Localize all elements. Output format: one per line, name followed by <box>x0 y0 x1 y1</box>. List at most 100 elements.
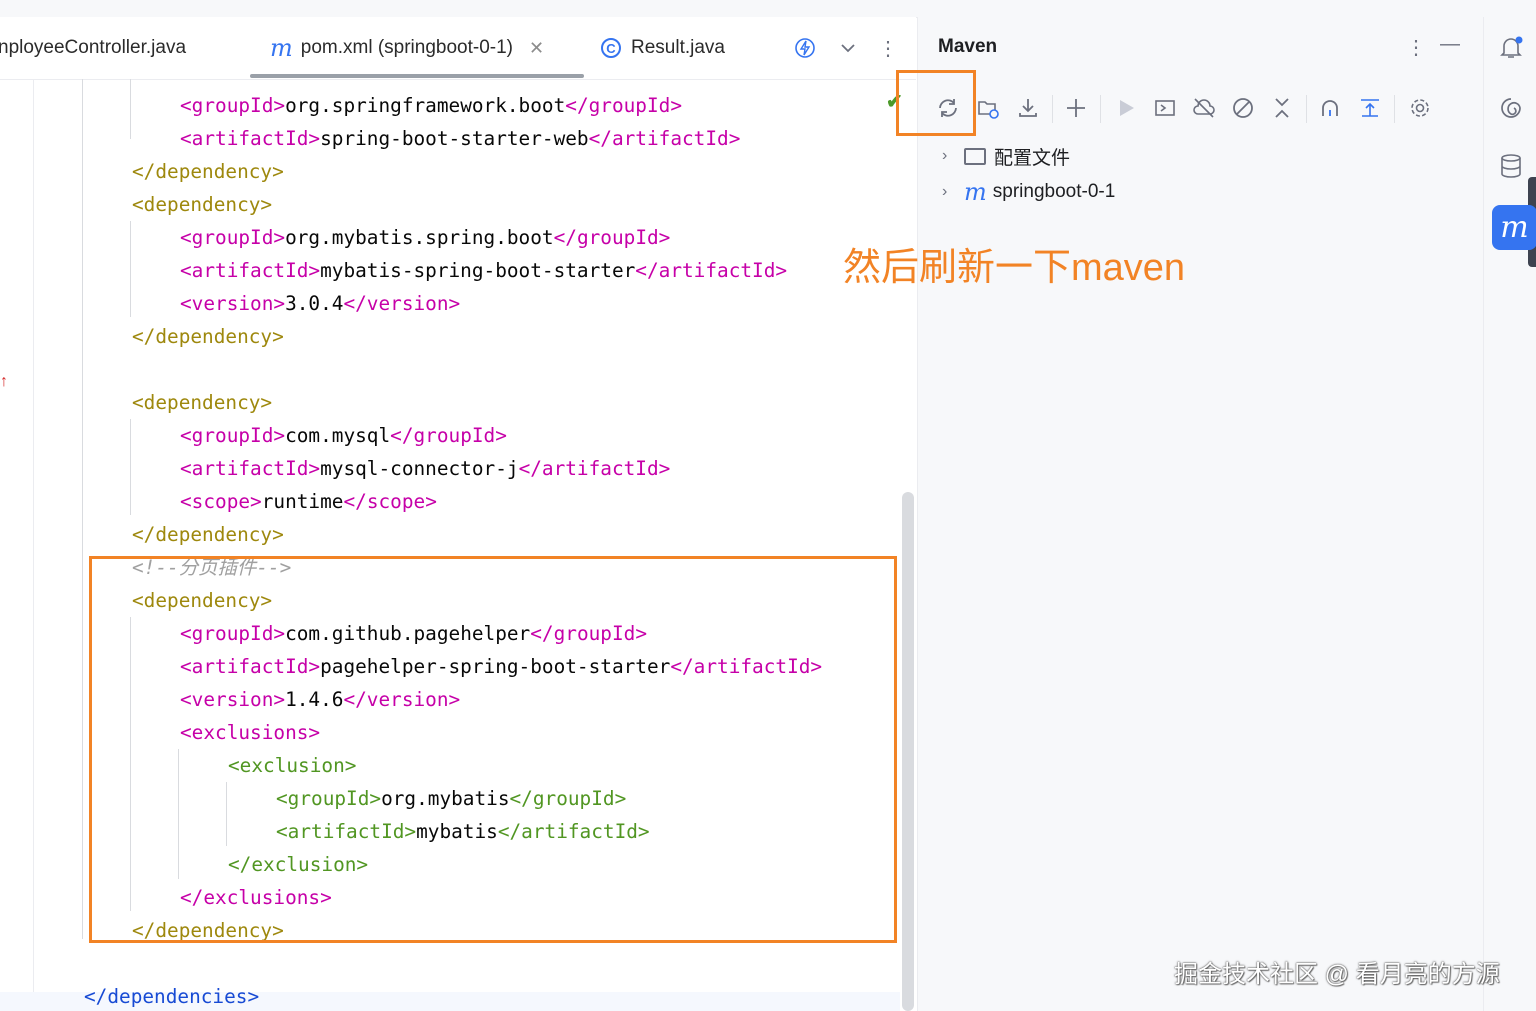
xml-tag-close: </scope> <box>343 490 437 513</box>
power-save-icon[interactable] <box>793 36 817 60</box>
highlight-box-pagehelper <box>89 556 897 943</box>
code-line[interactable]: </dependency> <box>132 320 284 353</box>
database-icon[interactable] <box>1498 153 1524 179</box>
more-options-icon[interactable]: ⋮ <box>1406 35 1426 60</box>
tab-result-java[interactable]: C Result.java <box>601 17 725 79</box>
add-icon[interactable] <box>1061 93 1091 123</box>
highlight-box-refresh <box>896 70 976 136</box>
xml-tag-open: <dependency> <box>132 193 273 216</box>
xml-tag-open: </dependency> <box>132 523 284 546</box>
xml-tag-open: </dependency> <box>132 160 284 183</box>
close-icon[interactable]: ✕ <box>529 38 544 59</box>
xml-tag-open: </dependencies> <box>84 985 260 1008</box>
vcs-change-arrow-icon: ↑ <box>0 373 8 390</box>
watermark: 掘金技术社区 @ 看月亮的方源 <box>1174 961 1500 988</box>
ai-assistant-icon[interactable] <box>1498 95 1524 121</box>
tree-item-profiles[interactable]: › 配置文件 <box>942 139 1070 173</box>
xml-tag-open: <artifactId> <box>180 457 321 480</box>
generate-sources-icon[interactable] <box>973 93 1003 123</box>
xml-tag-close: </artifactId> <box>518 457 671 480</box>
tree-item-label: springboot-0-1 <box>992 181 1116 202</box>
toolbar-separator <box>1394 95 1395 123</box>
xml-tag-open: <scope> <box>180 490 262 513</box>
active-tab-indicator <box>250 74 584 78</box>
class-icon: C <box>601 38 621 58</box>
toolbar-separator <box>1306 95 1307 123</box>
xml-tag-open: </dependency> <box>132 325 284 348</box>
xml-text: com.mysql <box>285 424 391 447</box>
xml-tag-open: <groupId> <box>180 424 286 447</box>
tab-employee-controller[interactable]: nployeeController.java <box>0 17 186 79</box>
xml-tag-open: <groupId> <box>180 94 286 117</box>
indent-guide <box>130 221 131 317</box>
toolbar-separator <box>1100 95 1101 123</box>
code-line[interactable]: <dependency> <box>132 386 272 419</box>
analyze-icon[interactable] <box>1355 93 1385 123</box>
chevron-down-icon[interactable] <box>836 36 860 60</box>
chevron-right-icon[interactable]: › <box>942 147 964 165</box>
xml-tag-close: </artifactId> <box>588 127 741 150</box>
xml-tag-open: <dependency> <box>132 391 273 414</box>
more-options-icon[interactable]: ⋮ <box>876 36 900 60</box>
code-line[interactable]: <groupId>org.springframework.boot</group… <box>180 89 682 122</box>
code-line[interactable]: <artifactId>spring-boot-starter-web</art… <box>180 122 740 155</box>
run-icon[interactable] <box>1111 93 1141 123</box>
indent-guide <box>130 419 131 515</box>
tree-item-project[interactable]: › m springboot-0-1 <box>942 175 1115 209</box>
xml-text: runtime <box>261 490 344 513</box>
folder-icon <box>964 147 986 165</box>
code-line[interactable]: </dependencies> <box>84 980 259 1011</box>
xml-text: spring-boot-starter-web <box>320 127 589 150</box>
editor-scrollbar[interactable] <box>902 492 914 1011</box>
notifications-icon[interactable] <box>1498 35 1524 61</box>
code-line[interactable]: <version>3.0.4</version> <box>180 287 460 320</box>
code-line[interactable]: </dependency> <box>132 518 284 551</box>
editor-tab-bar: nployeeController.java m pom.xml (spring… <box>0 17 916 80</box>
tab-label: Result.java <box>631 37 725 58</box>
code-line[interactable]: <groupId>com.mysql</groupId> <box>180 419 507 452</box>
execute-goal-icon[interactable] <box>1150 93 1180 123</box>
code-line[interactable]: </dependency> <box>132 155 284 188</box>
maven-m-icon: m <box>270 34 293 62</box>
xml-tag-close: </artifactId> <box>635 259 788 282</box>
tab-pom-xml[interactable]: m pom.xml (springboot-0-1) ✕ <box>270 17 544 79</box>
xml-text: 3.0.4 <box>285 292 344 315</box>
maven-m-icon: m <box>964 178 987 206</box>
skip-tests-icon[interactable] <box>1228 93 1258 123</box>
chevron-right-icon[interactable]: › <box>942 183 964 201</box>
tree-item-label: 配置文件 <box>994 147 1071 169</box>
top-strip <box>0 0 1536 18</box>
settings-icon[interactable] <box>1405 93 1435 123</box>
xml-tag-close: </groupId> <box>565 94 683 117</box>
xml-tag-open: <artifactId> <box>180 127 321 150</box>
xml-tag-close: </groupId> <box>553 226 671 249</box>
code-line[interactable]: <scope>runtime</scope> <box>180 485 437 518</box>
xml-tag-close: </groupId> <box>390 424 507 447</box>
xml-tag-open: <version> <box>180 292 286 315</box>
toolbar-separator <box>1052 95 1053 123</box>
download-icon[interactable] <box>1013 93 1043 123</box>
tab-label: pom.xml (springboot-0-1) <box>300 37 514 58</box>
xml-tag-close: </version> <box>343 292 461 315</box>
maven-title: Maven <box>938 36 998 57</box>
code-line[interactable]: <artifactId>mybatis-spring-boot-starter<… <box>180 254 787 287</box>
xml-text: org.springframework.boot <box>285 94 566 117</box>
code-line[interactable]: <dependency> <box>132 188 272 221</box>
maven-tool-window: Maven ⋮ — › 配置文件 › m springboot-0-1 <box>917 17 1483 1011</box>
annotation-text: 然后刷新一下maven <box>843 247 1186 289</box>
collapse-icon[interactable] <box>1267 93 1297 123</box>
code-line[interactable]: <groupId>org.mybatis.spring.boot</groupI… <box>180 221 670 254</box>
minimize-icon[interactable]: — <box>1440 33 1460 56</box>
xml-text: org.mybatis.spring.boot <box>285 226 554 249</box>
maven-tool-button[interactable]: m <box>1492 205 1536 250</box>
right-tool-strip: m <box>1483 17 1536 1011</box>
xml-tag-open: <artifactId> <box>180 259 321 282</box>
maven-m-icon: m <box>1500 210 1529 245</box>
code-line[interactable]: <artifactId>mysql-connector-j</artifactI… <box>180 452 670 485</box>
xml-text: mybatis-spring-boot-starter <box>320 259 636 282</box>
xml-text: mysql-connector-j <box>320 457 519 480</box>
show-dependencies-icon[interactable] <box>1315 93 1345 123</box>
xml-tag-open: <groupId> <box>180 226 286 249</box>
offline-icon[interactable] <box>1189 93 1219 123</box>
indent-guide <box>82 79 83 939</box>
